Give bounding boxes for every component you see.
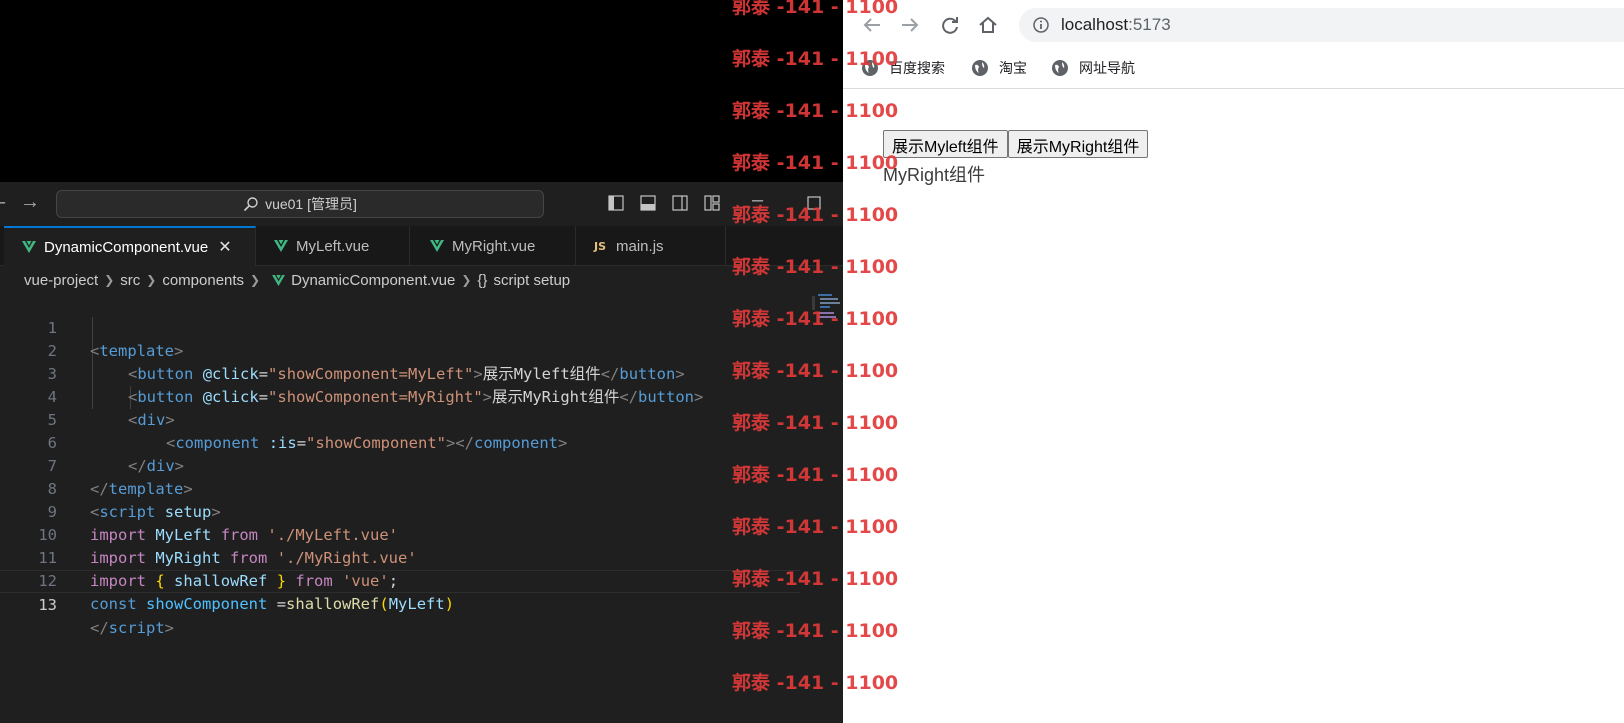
- token: showComponent: [146, 595, 268, 613]
- customize-layout-icon[interactable]: [704, 195, 720, 211]
- code-line[interactable]: 11 import { shallowRef } from 'vue';: [0, 524, 843, 590]
- token: >: [164, 619, 175, 637]
- toggle-secondary-sidebar-icon[interactable]: [672, 195, 688, 211]
- bookmarks-bar: 百度搜索 淘宝 网址导航: [843, 50, 1624, 89]
- code-line[interactable]: 7 </template>: [0, 432, 843, 498]
- show-myright-button[interactable]: 展示MyRight组件: [1007, 130, 1149, 158]
- tab-main-js[interactable]: JS main.js: [576, 226, 726, 266]
- watermark-text: 郭泰 -141 - 1100: [732, 308, 899, 330]
- watermark-text: 郭泰 -141 - 1100: [732, 464, 899, 486]
- code-line[interactable]: 5 <component :is="showComponent"></compo…: [0, 386, 843, 452]
- braces-icon: {}: [477, 271, 488, 289]
- watermark-text: 郭泰 -141 - 1100: [732, 100, 899, 122]
- chevron-right-icon: ❯: [250, 273, 261, 287]
- forward-icon[interactable]: [899, 14, 921, 36]
- tab-label: DynamicComponent.vue: [44, 238, 209, 256]
- search-icon: [244, 197, 258, 212]
- token: =: [276, 595, 287, 613]
- show-myleft-button[interactable]: 展示Myleft组件: [883, 130, 1008, 158]
- code-line[interactable]: 8 <script setup>: [0, 455, 843, 521]
- code-editor[interactable]: 1 <template> 2 <button @click="showCompo…: [0, 294, 843, 723]
- url-port: :5173: [1128, 15, 1171, 34]
- browser-window: localhost:5173 百度搜索 淘宝 网址导航 展示Myleft组件 展…: [843, 0, 1624, 723]
- watermark-text: 郭泰 -141 - 1100: [732, 516, 899, 538]
- watermark-text: 郭泰 -141 - 1100: [732, 360, 899, 382]
- tab-myleft[interactable]: MyLeft.vue: [256, 226, 410, 266]
- token: ): [444, 595, 455, 613]
- breadcrumb-item[interactable]: vue-project: [24, 272, 98, 289]
- breadcrumb-item[interactable]: components: [162, 272, 244, 289]
- breadcrumb-item[interactable]: src: [120, 272, 140, 289]
- code-line[interactable]: 12 const showComponent =shallowRef(MyLef…: [0, 547, 843, 613]
- code-line[interactable]: 2 <button @click="showComponent=MyLeft">…: [0, 317, 843, 383]
- editor-tab-bar: DynamicComponent.vue ✕ MyLeft.vue MyRigh…: [0, 226, 843, 266]
- url-text[interactable]: localhost:5173: [1061, 15, 1171, 35]
- code-line[interactable]: 4 <div>: [0, 363, 843, 429]
- breadcrumb: vue-project ❯ src ❯ components ❯ Dynamic…: [24, 266, 570, 294]
- javascript-icon: JS: [594, 239, 607, 253]
- search-label: vue01 [管理员]: [265, 196, 357, 212]
- token: MyLeft: [388, 595, 445, 613]
- breadcrumb-item[interactable]: DynamicComponent.vue: [291, 272, 455, 289]
- vue-icon: [22, 241, 36, 253]
- code-line[interactable]: 3 <button @click="showComponent=MyRight"…: [0, 340, 843, 406]
- globe-icon: [1052, 60, 1068, 76]
- bookmark-taobao[interactable]: 淘宝: [971, 56, 1027, 80]
- token: </: [90, 619, 109, 637]
- browser-toolbar: localhost:5173: [843, 0, 1624, 50]
- tab-myright[interactable]: MyRight.vue: [410, 226, 576, 266]
- code-line[interactable]: 6 </div>: [0, 409, 843, 475]
- line-number: 13: [38, 596, 57, 614]
- watermark-text: 郭泰 -141 - 1100: [732, 620, 899, 642]
- info-icon[interactable]: [1033, 17, 1049, 33]
- page-content: 展示Myleft组件 展示MyRight组件 MyRight组件: [843, 89, 1624, 723]
- watermark-text: 郭泰 -141 - 1100: [732, 48, 899, 70]
- bookmark-label: 淘宝: [999, 60, 1027, 76]
- tab-label: MyLeft.vue: [296, 237, 370, 255]
- code-line[interactable]: 1 <template>: [0, 294, 843, 360]
- chevron-right-icon: ❯: [461, 273, 472, 287]
- watermark-text: 郭泰 -141 - 1100: [732, 204, 899, 226]
- back-arrow-icon[interactable]: –: [0, 192, 5, 212]
- code-line[interactable]: 9 import MyLeft from './MyLeft.vue': [0, 478, 843, 544]
- home-icon[interactable]: [977, 14, 999, 36]
- token: script: [108, 619, 165, 637]
- watermark-text: 郭泰 -141 - 1100: [732, 672, 899, 694]
- globe-icon: [972, 60, 988, 76]
- token: const: [90, 595, 137, 613]
- close-icon[interactable]: ✕: [218, 237, 231, 257]
- command-center-search[interactable]: vue01 [管理员]: [56, 190, 544, 218]
- vue-icon: [430, 240, 444, 252]
- chevron-right-icon: ❯: [146, 273, 157, 287]
- reload-icon[interactable]: [939, 14, 961, 36]
- forward-arrow-icon[interactable]: →: [20, 192, 40, 212]
- code-line[interactable]: 10 import MyRight from './MyRight.vue': [0, 501, 843, 567]
- vscode-window: – → vue01 [管理员] –: [0, 182, 843, 723]
- watermark-text: 郭泰 -141 - 1100: [732, 152, 899, 174]
- token: (: [379, 595, 389, 613]
- component-output: MyRight组件: [883, 165, 986, 185]
- watermark-text: 郭泰 -141 - 1100: [732, 256, 899, 278]
- token: shallowRef: [286, 595, 380, 613]
- toggle-panel-icon[interactable]: [640, 195, 656, 211]
- vue-icon: [272, 274, 286, 286]
- code-line-current[interactable]: 13 </script>: [0, 570, 800, 637]
- address-bar[interactable]: localhost:5173: [1019, 8, 1624, 42]
- title-bar: – → vue01 [管理员] –: [0, 182, 843, 226]
- bookmark-label: 网址导航: [1079, 60, 1135, 76]
- breadcrumb-item[interactable]: script setup: [493, 272, 570, 289]
- url-host: localhost: [1061, 15, 1129, 34]
- tab-dynamic-component[interactable]: DynamicComponent.vue ✕: [4, 226, 256, 266]
- watermark-text: 郭泰 -141 - 1100: [732, 412, 899, 434]
- tab-label: MyRight.vue: [452, 237, 536, 255]
- watermark-text: 郭泰 -141 - 1100: [732, 568, 899, 590]
- button-row: 展示Myleft组件 展示MyRight组件: [883, 130, 1149, 158]
- watermark-text: 郭泰 -141 - 1100: [732, 0, 899, 18]
- chevron-right-icon: ❯: [104, 273, 115, 287]
- tab-label: main.js: [616, 237, 664, 255]
- vue-icon: [274, 240, 288, 252]
- toggle-primary-sidebar-icon[interactable]: [608, 195, 624, 211]
- bookmark-nav[interactable]: 网址导航: [1051, 56, 1135, 80]
